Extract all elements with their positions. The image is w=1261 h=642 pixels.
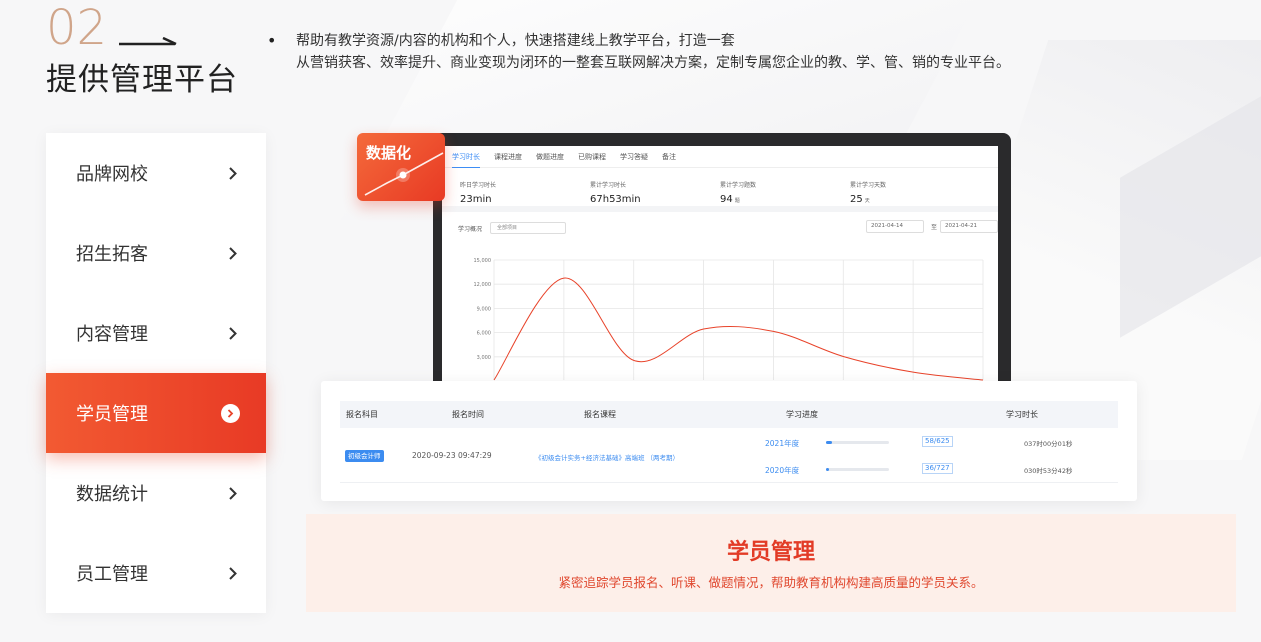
stat-total-time: 累计学习时长 67h53min: [590, 180, 720, 206]
study-time-line-chart: 15,000 12,000 9,000 6,000 3,000: [474, 258, 984, 381]
stat-total-questions: 累计学习题数 94 题: [720, 180, 850, 206]
stats-row: 昨日学习时长 23min 累计学习时长 67h53min 累计学习题数 94 题 …: [442, 168, 998, 212]
stat-value: 94 题: [720, 194, 740, 205]
feature-title: 学员管理: [726, 540, 815, 565]
bullet-icon: •: [267, 31, 277, 50]
progress-count: 58/625: [922, 436, 953, 447]
tab-notes[interactable]: 备注: [662, 146, 676, 168]
stat-label: 累计学习题数: [720, 182, 757, 189]
project-select[interactable]: 全部项目: [490, 222, 567, 234]
chevron-right-icon: [226, 326, 240, 340]
progress-bar: [826, 468, 889, 471]
stat-label: 累计学习时长: [590, 182, 627, 189]
menu-item-students[interactable]: 学员管理: [46, 373, 266, 453]
y-tick-label: 6,000: [477, 331, 491, 337]
tab-study-qa[interactable]: 学习答疑: [620, 146, 648, 168]
trend-line-icon: [364, 152, 444, 196]
course-link[interactable]: 《初级会计实务+经济法基础》高端班 （两考期）: [535, 452, 679, 462]
menu-item-label: 内容管理: [76, 324, 148, 345]
enroll-time: 2020-09-23 09:47:29: [412, 451, 492, 460]
stat-value: 67h53min: [590, 194, 641, 205]
chevron-right-icon: [226, 566, 240, 580]
laptop-mockup: 学习时长 课程进度 做题进度 已购课程 学习答疑 备注 昨日学习时长 23min…: [433, 133, 1011, 383]
menu-item-label: 学员管理: [76, 404, 148, 425]
progress-year: 2021年度: [765, 439, 800, 448]
date-to-field[interactable]: 2021-04-21: [940, 220, 998, 233]
menu-item-label: 员工管理: [76, 564, 148, 585]
description-line-1: 帮助有教学资源/内容的机构和个人，快速搭建线上教学平台，打造一套: [296, 33, 735, 49]
header-progress: 学习进度: [786, 410, 818, 419]
header-subject: 报名科目: [346, 410, 378, 419]
menu-item-content[interactable]: 内容管理: [46, 293, 266, 373]
data-badge: 数据化: [357, 133, 445, 201]
stat-label: 昨日学习时长: [460, 182, 497, 189]
stat-value: 25 天: [850, 194, 870, 205]
dashboard-screen: 学习时长 课程进度 做题进度 已购课程 学习答疑 备注 昨日学习时长 23min…: [442, 146, 998, 383]
feature-subtitle: 紧密追踪学员报名、听课、做题情况，帮助教育机构构建高质量的学员关系。: [558, 575, 984, 590]
y-tick-label: 12,000: [474, 282, 492, 288]
y-tick-label: 3,000: [477, 355, 491, 361]
date-from-field[interactable]: 2021-04-14: [866, 220, 924, 233]
menu-item-staff[interactable]: 员工管理: [46, 533, 266, 613]
stat-label: 累计学习天数: [850, 182, 887, 189]
study-duration: 037时00分01秒: [1024, 440, 1073, 448]
chevron-right-circle-icon: [221, 403, 240, 423]
arrow-right-icon: [119, 37, 177, 46]
progress-count: 36/727: [922, 463, 953, 474]
menu-item-label: 数据统计: [76, 484, 148, 505]
feature-menu: 品牌网校 招生拓客 内容管理 学员管理 数据统计 员工管理: [46, 133, 266, 613]
menu-item-enrollment[interactable]: 招生拓客: [46, 213, 266, 293]
enrollment-table-card: 报名科目 报名时间 报名课程 学习进度 学习时长 初级会计师 2020-09-2…: [321, 381, 1137, 501]
feature-strip: 学员管理 紧密追踪学员报名、听课、做题情况，帮助教育机构构建高质量的学员关系。: [306, 514, 1236, 612]
study-duration: 030时53分42秒: [1024, 467, 1073, 475]
chevron-right-icon: [226, 166, 240, 180]
stat-value: 23min: [460, 194, 492, 205]
chevron-right-icon: [226, 246, 240, 260]
dashboard-tabs: 学习时长 课程进度 做题进度 已购课程 学习答疑 备注: [442, 146, 998, 168]
row-divider: [340, 482, 1118, 483]
tab-exercise-progress[interactable]: 做题进度: [536, 146, 564, 168]
tab-purchased-courses[interactable]: 已购课程: [578, 146, 606, 168]
header-duration: 学习时长: [1006, 410, 1038, 419]
tab-course-progress[interactable]: 课程进度: [494, 146, 522, 168]
progress-year: 2020年度: [765, 466, 800, 475]
y-tick-label: 9,000: [477, 306, 491, 312]
header-time: 报名时间: [452, 410, 484, 419]
section-number: 02: [46, 0, 108, 56]
table-header: 报名科目 报名时间 报名课程 学习进度 学习时长: [340, 401, 1118, 428]
stat-total-days: 累计学习天数 25 天: [850, 180, 980, 206]
tab-study-time[interactable]: 学习时长: [452, 146, 480, 168]
series-line: [493, 277, 984, 381]
menu-item-label: 招生拓客: [76, 244, 148, 265]
menu-item-brand-school[interactable]: 品牌网校: [46, 133, 266, 213]
description-line-2: 从营销获客、效率提升、商业变现为闭环的一整套互联网解决方案，定制专属您企业的教、…: [296, 55, 1010, 71]
menu-item-statistics[interactable]: 数据统计: [46, 453, 266, 533]
filter-row: 学习概况 全部项目 2021-04-14 至 2021-04-21: [442, 212, 998, 234]
y-tick-label: 15,000: [474, 258, 492, 264]
header-course: 报名课程: [584, 410, 616, 419]
section-title: 提供管理平台: [46, 62, 238, 98]
section-description: • 帮助有教学资源/内容的机构和个人，快速搭建线上教学平台，打造一套 从营销获客…: [267, 30, 1127, 74]
date-separator: 至: [931, 224, 938, 231]
chevron-right-icon: [226, 486, 240, 500]
stat-yesterday-time: 昨日学习时长 23min: [460, 180, 590, 206]
progress-bar: [826, 441, 889, 444]
subject-tag: 初级会计师: [345, 450, 384, 462]
menu-item-label: 品牌网校: [76, 164, 148, 185]
filter-label: 学习概况: [458, 225, 483, 233]
